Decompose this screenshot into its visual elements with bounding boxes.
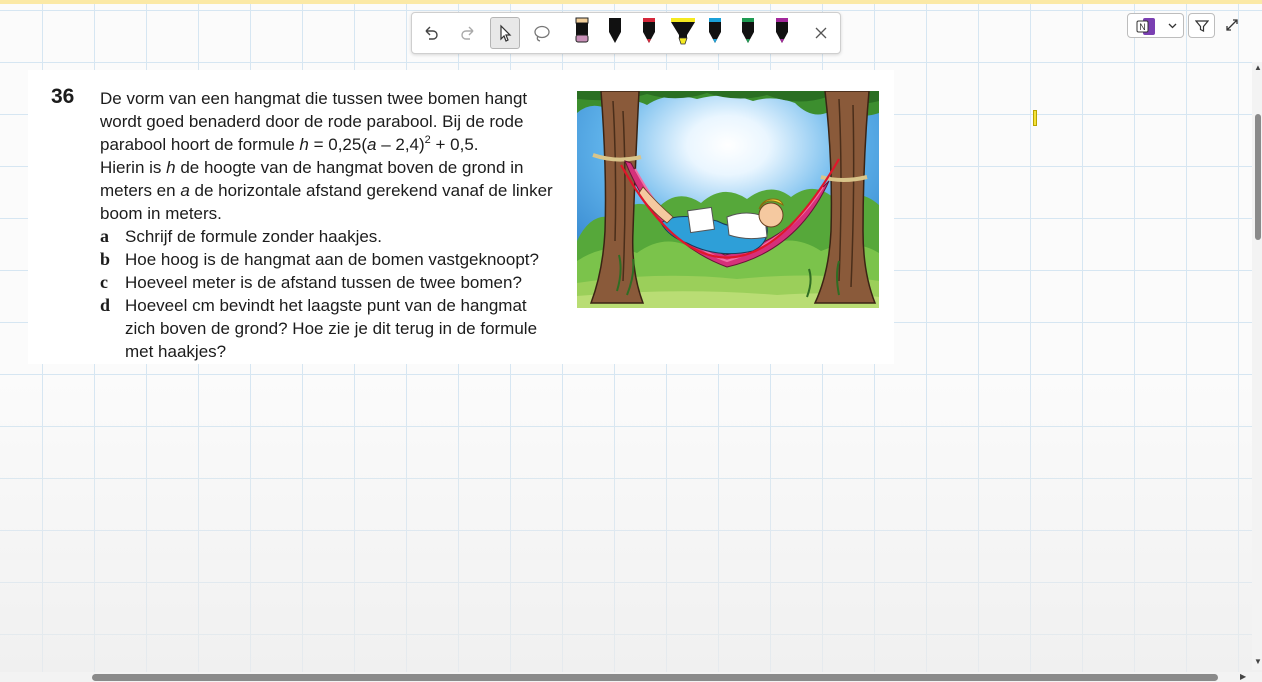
formula-line: parabool hoort de formule h = 0,25(a – 2… <box>100 134 479 155</box>
hammock-illustration <box>577 91 879 308</box>
close-icon <box>815 27 827 39</box>
pen-green-icon <box>742 18 754 43</box>
onenote-icon: N <box>1136 18 1155 35</box>
expand-icon <box>1226 19 1238 31</box>
app-switcher-button[interactable]: N <box>1127 13 1184 38</box>
subquestion-letter: c <box>100 272 108 292</box>
top-accent-bar <box>0 0 1262 4</box>
exercise-number: 36 <box>51 85 75 108</box>
subquestion-letter: d <box>100 295 111 315</box>
funnel-icon <box>1195 20 1209 32</box>
redo-icon <box>461 26 474 40</box>
subquestion-text: Schrijf de formule zonder haakjes. <box>125 227 383 246</box>
redo-button[interactable] <box>453 17 483 49</box>
pen-black-icon <box>609 18 621 43</box>
pen-purple[interactable] <box>771 16 793 50</box>
intro-line: wordt goed benaderd door de rode paraboo… <box>100 112 524 131</box>
scroll-down-arrow[interactable]: ▼ <box>1254 658 1262 666</box>
horizontal-scroll-thumb[interactable] <box>92 674 1218 681</box>
lasso-icon <box>534 25 550 42</box>
intro-line: De vorm van een hangmat die tussen twee … <box>100 89 528 108</box>
undo-button[interactable] <box>416 17 446 49</box>
eraser-pen[interactable] <box>571 16 593 50</box>
highlighter-yellow[interactable] <box>670 16 696 50</box>
subquestion-text: Hoeveel cm bevindt het laagste punt van … <box>125 296 538 361</box>
exercise-intro: De vorm van een hangmat die tussen twee … <box>100 87 560 225</box>
cursor-icon <box>500 24 512 42</box>
subquestion-text: Hoeveel meter is de afstand tussen de tw… <box>125 273 522 292</box>
intro-line: Hierin is h de hoogte van de hangmat bov… <box>100 158 524 177</box>
scroll-right-arrow[interactable]: ▶ <box>1240 673 1246 681</box>
eraser-icon <box>575 17 589 43</box>
pen-red[interactable] <box>638 16 660 50</box>
bottom-fade <box>0 380 1262 682</box>
ink-toolbar <box>411 12 841 54</box>
undo-icon <box>425 26 438 40</box>
filter-button[interactable] <box>1188 13 1215 38</box>
highlighter-icon <box>671 18 695 45</box>
lasso-tool-button[interactable] <box>527 17 557 49</box>
pen-green[interactable] <box>737 16 759 50</box>
pen-red-icon <box>643 18 655 43</box>
pen-blue-icon <box>709 18 721 43</box>
intro-line: boom in meters. <box>100 204 222 223</box>
subquestion-letter: a <box>100 226 109 246</box>
close-toolbar-button[interactable] <box>806 17 836 49</box>
expand-button[interactable] <box>1224 17 1240 33</box>
pen-blue[interactable] <box>704 16 726 50</box>
select-tool-button[interactable] <box>490 17 520 49</box>
scroll-up-arrow[interactable]: ▲ <box>1254 64 1262 72</box>
pen-purple-icon <box>776 18 788 43</box>
subquestion-text: Hoe hoog is de hangmat aan de bomen vast… <box>125 250 539 269</box>
vertical-scroll-thumb[interactable] <box>1255 114 1261 240</box>
pen-black[interactable] <box>604 16 626 50</box>
subquestion-letter: b <box>100 249 111 269</box>
chevron-down-icon <box>1168 23 1177 29</box>
svg-text:N: N <box>1139 22 1146 32</box>
intro-line: meters en a de horizontale afstand gerek… <box>100 181 553 200</box>
text-cursor-highlight[interactable] <box>1033 110 1037 126</box>
